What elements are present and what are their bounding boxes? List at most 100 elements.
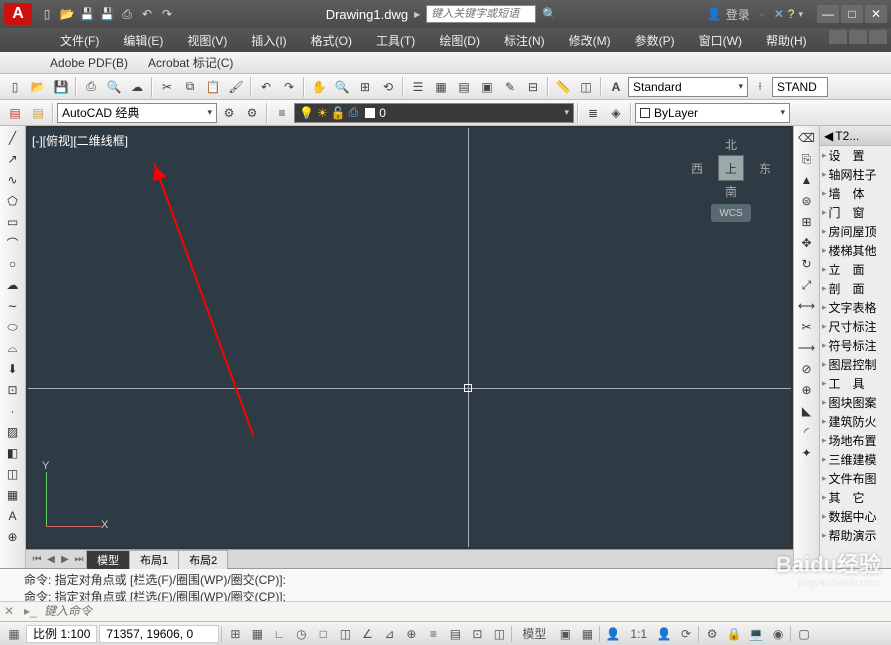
panel-item-20[interactable]: 帮助演示 — [820, 526, 891, 545]
menu-help[interactable]: 帮助(H) — [756, 30, 817, 51]
panel-item-15[interactable]: 场地布置 — [820, 431, 891, 450]
paste-icon[interactable]: 📋 — [202, 76, 224, 98]
text-style-icon[interactable]: A — [605, 76, 627, 98]
panel-item-17[interactable]: 文件布图 — [820, 469, 891, 488]
new-icon[interactable]: ▯ — [38, 5, 56, 23]
open-file-icon[interactable]: 📂 — [27, 76, 49, 98]
menu-dimension[interactable]: 标注(N) — [494, 30, 555, 51]
app-logo[interactable]: A — [4, 3, 32, 25]
command-input[interactable] — [44, 605, 887, 619]
workspace-combo[interactable]: AutoCAD 经典▾ — [57, 103, 217, 123]
undo-icon[interactable]: ↶ — [138, 5, 156, 23]
chamfer-icon[interactable]: ◣ — [796, 401, 818, 421]
copy-icon[interactable]: ⧉ — [179, 76, 201, 98]
workspace-gear-icon[interactable]: ⚙ — [241, 102, 263, 124]
gradient-icon[interactable]: ◧ — [2, 443, 24, 463]
viewcube[interactable]: 北 西 上 东 南 WCS — [691, 136, 771, 222]
minimize-button[interactable]: — — [817, 5, 839, 23]
tab-next-icon[interactable]: ▶ — [58, 552, 72, 566]
tab-first-icon[interactable]: ⏮ — [30, 552, 44, 566]
viewcube-west[interactable]: 西 — [691, 160, 703, 177]
copy-obj-icon[interactable]: ⎘ — [796, 149, 818, 169]
insert-icon[interactable]: ⬇ — [2, 359, 24, 379]
table-icon[interactable]: ▦ — [2, 485, 24, 505]
measure-icon[interactable]: 📏 — [552, 76, 574, 98]
plot-icon[interactable]: ⎙ — [80, 76, 102, 98]
panel-item-14[interactable]: 建筑防火 — [820, 412, 891, 431]
zoom-window-icon[interactable]: ⊞ — [354, 76, 376, 98]
mtext-icon[interactable]: A — [2, 506, 24, 526]
rectangle-icon[interactable]: ▭ — [2, 212, 24, 232]
menu-edit[interactable]: 编辑(E) — [113, 30, 173, 51]
menu-draw[interactable]: 绘图(D) — [429, 30, 490, 51]
design-center-icon[interactable]: ▦ — [430, 76, 452, 98]
layer-state-icon[interactable]: ≣ — [582, 102, 604, 124]
command-history[interactable]: 命令: 指定对角点或 [栏选(F)/圈围(WP)/圈交(CP)]: 命令: 指定… — [0, 569, 891, 601]
menu-adobe-pdf[interactable]: Adobe PDF(B) — [50, 56, 128, 70]
fillet-icon[interactable]: ◜ — [796, 422, 818, 442]
break-icon[interactable]: ⊘ — [796, 359, 818, 379]
panel-item-7[interactable]: 剖 面 — [820, 279, 891, 298]
panel-item-1[interactable]: 轴网柱子 — [820, 165, 891, 184]
redo-icon[interactable]: ↷ — [158, 5, 176, 23]
properties-icon[interactable]: ☰ — [407, 76, 429, 98]
plot-icon[interactable]: ⎙ — [118, 5, 136, 23]
line-icon[interactable]: ╱ — [2, 128, 24, 148]
addsel-icon[interactable]: ⊕ — [2, 527, 24, 547]
layer-props-icon[interactable]: ≡ — [271, 102, 293, 124]
textstyle-combo[interactable]: Standard▾ — [628, 77, 748, 97]
layer-iso-icon[interactable]: ◈ — [605, 102, 627, 124]
scale-icon[interactable]: ⤢ — [796, 275, 818, 295]
spline-icon[interactable]: ∼ — [2, 296, 24, 316]
viewcube-north[interactable]: 北 — [691, 136, 771, 153]
binoculars-icon[interactable]: 🔍 — [542, 7, 557, 21]
layer-combo[interactable]: 💡 ☀ 🔓 ⎙ 0 ▾ — [294, 103, 574, 123]
panel-item-6[interactable]: 立 面 — [820, 260, 891, 279]
mdi-minimize[interactable] — [829, 30, 847, 44]
join-icon[interactable]: ⊕ — [796, 380, 818, 400]
panel-item-10[interactable]: 符号标注 — [820, 336, 891, 355]
menu-modify[interactable]: 修改(M) — [559, 30, 621, 51]
pdf2-icon[interactable]: ▤ — [27, 102, 49, 124]
coords-field[interactable]: 71357, 19606, 0 — [99, 625, 219, 643]
match-icon[interactable]: 🖌 — [225, 76, 247, 98]
publish-icon[interactable]: ☁ — [126, 76, 148, 98]
array-icon[interactable]: ⊞ — [796, 212, 818, 232]
viewport-label[interactable]: [-][俯视][二维线框] — [32, 132, 128, 149]
cut-icon[interactable]: ✂ — [156, 76, 178, 98]
viewcube-top[interactable]: 上 — [718, 155, 744, 181]
zoom-icon[interactable]: 🔍 — [331, 76, 353, 98]
dimstyle-combo[interactable]: STAND — [772, 77, 828, 97]
tab-last-icon[interactable]: ⏭ — [72, 552, 86, 566]
explode-icon[interactable]: ✦ — [796, 443, 818, 463]
open-icon[interactable]: 📂 — [58, 5, 76, 23]
panel-header[interactable]: ◀ T2... — [820, 126, 891, 146]
calc-icon[interactable]: ⊟ — [522, 76, 544, 98]
workspace-settings-icon[interactable]: ⚙ — [218, 102, 240, 124]
panel-item-12[interactable]: 工 具 — [820, 374, 891, 393]
tab-layout1[interactable]: 布局1 — [129, 550, 179, 569]
arc-icon[interactable]: ⌒ — [2, 233, 24, 253]
trim-icon[interactable]: ✂ — [796, 317, 818, 337]
pan-icon[interactable]: ✋ — [308, 76, 330, 98]
offset-icon[interactable]: ⊜ — [796, 191, 818, 211]
markup-icon[interactable]: ✎ — [499, 76, 521, 98]
revcloud-icon[interactable]: ☁ — [2, 275, 24, 295]
pline-icon[interactable]: ∿ — [2, 170, 24, 190]
drawing-canvas[interactable]: [-][俯视][二维线框] Y X 北 西 上 东 南 WCS — [26, 126, 793, 549]
preview-icon[interactable]: 🔍 — [103, 76, 125, 98]
circle-icon[interactable]: ○ — [2, 254, 24, 274]
panel-item-2[interactable]: 墙 体 — [820, 184, 891, 203]
block-icon[interactable]: ◫ — [575, 76, 597, 98]
tab-model[interactable]: 模型 — [86, 550, 130, 569]
rotate-icon[interactable]: ↻ — [796, 254, 818, 274]
sheet-set-icon[interactable]: ▣ — [476, 76, 498, 98]
panel-item-16[interactable]: 三维建模 — [820, 450, 891, 469]
wcs-badge[interactable]: WCS — [711, 204, 751, 222]
new-file-icon[interactable]: ▯ — [4, 76, 26, 98]
close-button[interactable]: ✕ — [865, 5, 887, 23]
user-icon[interactable]: 👤 — [707, 7, 722, 21]
saveas-icon[interactable]: 💾 — [98, 5, 116, 23]
ellipse-arc-icon[interactable]: ⌓ — [2, 338, 24, 358]
menu-format[interactable]: 格式(O) — [301, 30, 362, 51]
